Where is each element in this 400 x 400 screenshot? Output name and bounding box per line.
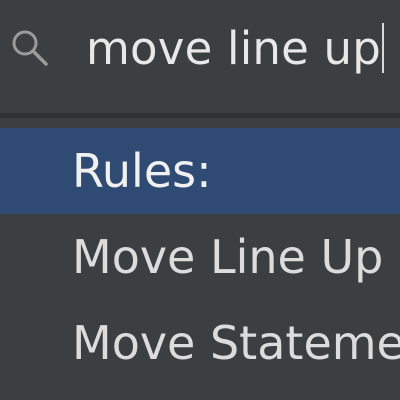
text-caret: [382, 23, 384, 73]
result-item-move-statement[interactable]: Move Stateme: [0, 300, 400, 386]
search-bar: move line up: [0, 0, 400, 100]
result-label: Move Line Up: [72, 230, 384, 284]
divider: [0, 113, 400, 118]
result-item-rules-header[interactable]: Rules:: [0, 128, 400, 214]
search-everywhere-popup: move line up Rules: Move Line Up Move St…: [0, 0, 400, 400]
result-item-move-line-up[interactable]: Move Line Up: [0, 214, 400, 300]
search-icon: [8, 26, 52, 70]
results-list: Rules: Move Line Up Move Stateme: [0, 128, 400, 386]
search-input-text: move line up: [86, 21, 381, 75]
result-label: Rules:: [72, 144, 212, 198]
result-label: Move Stateme: [72, 316, 400, 370]
search-input[interactable]: move line up: [86, 16, 384, 80]
